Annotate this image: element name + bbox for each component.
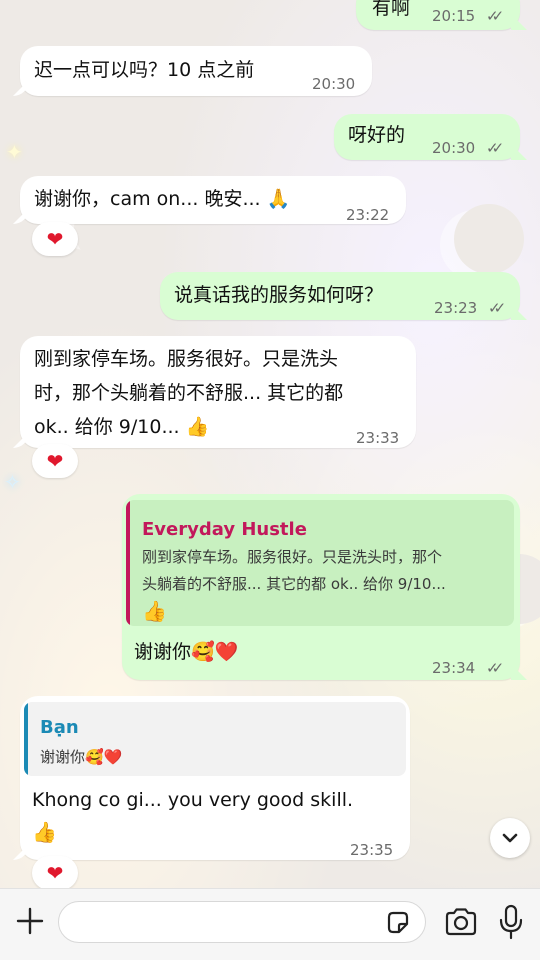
message-text: 迟一点可以吗？10 点之前 [34, 59, 255, 81]
message-text: Khong co gi... you very good skill. [32, 789, 354, 811]
message-time: 23:22 [346, 206, 390, 224]
message-text-line: ok.. 给你 9/10... 👍 [34, 416, 210, 438]
message-text: 有啊 [372, 0, 411, 19]
quote-text-line: 头躺着的不舒服... 其它的都 ok.. 给你 9/10... [142, 575, 446, 593]
moon-decoration [440, 204, 524, 280]
double-check-icon: ✓✓ [488, 299, 506, 317]
composer-bar [0, 888, 540, 960]
message-incoming-reply[interactable]: Bạn 谢谢你🥰❤️ Khong co gi... you very good … [20, 696, 410, 860]
scroll-to-bottom-button[interactable] [490, 818, 530, 858]
message-outgoing-reply[interactable]: Everyday Hustle 刚到家停车场。服务很好。只是洗头时，那个 头躺着… [122, 494, 520, 680]
double-check-icon: ✓✓ [486, 139, 504, 157]
message-time: 20:15 [432, 7, 476, 25]
heart-reaction[interactable]: ❤ [32, 444, 78, 478]
message-time: 23:23 [434, 299, 478, 317]
quote-accent-bar [126, 500, 130, 626]
heart-icon: ❤ [46, 449, 64, 473]
message-text-line: 刚到家停车场。服务很好。只是洗头 [34, 348, 339, 370]
attach-button[interactable] [12, 903, 48, 939]
microphone-icon [499, 904, 523, 940]
quoted-message[interactable]: Everyday Hustle 刚到家停车场。服务很好。只是洗头时，那个 头躺着… [126, 500, 514, 626]
message-incoming[interactable]: 刚到家停车场。服务很好。只是洗头 时，那个头躺着的不舒服... 其它的都 ok.… [20, 336, 416, 448]
message-outgoing[interactable]: 呀好的 20:30 ✓✓ [334, 114, 520, 160]
heart-icon: ❤ [46, 227, 64, 251]
chevron-down-icon [502, 833, 518, 843]
quote-text: 谢谢你🥰❤️ [40, 748, 123, 766]
message-time: 20:30 [432, 139, 476, 157]
quoted-message[interactable]: Bạn 谢谢你🥰❤️ [24, 702, 406, 776]
message-time: 23:33 [356, 429, 400, 447]
thumbs-up-icon: 👍 [142, 599, 167, 623]
camera-icon [445, 908, 477, 936]
message-time: 23:35 [350, 841, 394, 859]
message-time: 20:30 [312, 75, 356, 93]
sparkle-decoration: ✧ [4, 470, 21, 494]
thumbs-up-icon: 👍 [32, 820, 57, 844]
heart-reaction[interactable]: ❤ [32, 222, 78, 256]
sticker-button[interactable] [384, 909, 412, 937]
quote-author: Everyday Hustle [142, 519, 307, 540]
heart-icon: ❤ [46, 861, 64, 885]
quote-text-line: 刚到家停车场。服务很好。只是洗头时，那个 [142, 548, 443, 566]
message-outgoing[interactable]: 说真话我的服务如何呀？ 23:23 ✓✓ [160, 272, 520, 320]
message-text: 说真话我的服务如何呀？ [174, 284, 384, 306]
message-time: 23:34 [432, 659, 476, 677]
double-check-icon: ✓✓ [486, 659, 504, 677]
heart-reaction[interactable]: ❤ [32, 856, 78, 890]
plus-icon [16, 907, 44, 935]
double-check-icon: ✓✓ [486, 7, 504, 25]
sticker-icon [387, 911, 409, 934]
quote-accent-bar [24, 702, 28, 776]
camera-button[interactable] [444, 907, 478, 937]
message-outgoing[interactable]: 有啊 20:15 ✓✓ [356, 0, 520, 30]
message-text: 谢谢你🥰❤️ [134, 641, 239, 663]
chat-screen: ✦ ✦ ✦ ✧ 有啊 20:15 ✓✓ 迟一点可以吗？10 点之前 20:30 … [0, 0, 540, 960]
sparkle-decoration: ✦ [6, 140, 23, 164]
message-incoming[interactable]: 迟一点可以吗？10 点之前 20:30 [20, 46, 372, 96]
message-text-line: 时，那个头躺着的不舒服... 其它的都 [34, 382, 344, 404]
message-text: 谢谢你，cam on... 晚安... 🙏 [34, 188, 291, 210]
message-text: 呀好的 [348, 124, 406, 146]
quote-author: Bạn [40, 717, 79, 738]
message-incoming[interactable]: 谢谢你，cam on... 晚安... 🙏 23:22 [20, 176, 406, 224]
message-input[interactable] [58, 901, 426, 943]
microphone-button[interactable] [496, 903, 526, 941]
